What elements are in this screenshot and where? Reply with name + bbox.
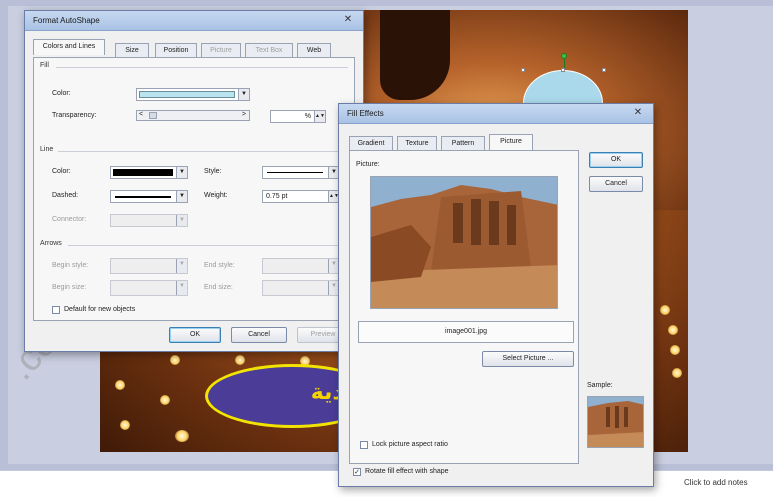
fill-color-swatch — [139, 91, 235, 98]
picture-filename: image001.jpg — [444, 328, 488, 335]
candle-light — [115, 380, 125, 390]
weight-value: 0.75 pt — [266, 193, 288, 200]
format-autoshape-dialog: Format AutoShape ✕ Colors and Lines Size… — [24, 10, 364, 352]
begin-size-label: Begin size: — [52, 284, 87, 291]
slider-right-arrow-icon[interactable]: > — [242, 111, 246, 118]
transparency-label: Transparency: — [52, 112, 97, 119]
candle-light — [175, 430, 189, 442]
select-picture-button[interactable]: Select Picture ... — [482, 351, 574, 367]
dashed-label: Dashed: — [52, 192, 79, 199]
tab-colors-and-lines[interactable]: Colors and Lines — [33, 39, 105, 55]
candle-light — [660, 305, 670, 315]
divider — [56, 67, 348, 68]
resize-handle[interactable] — [602, 68, 606, 72]
tab-position[interactable]: Position — [155, 43, 197, 57]
tab-web[interactable]: Web — [297, 43, 331, 57]
sample-label: Sample: — [587, 382, 613, 389]
picture-filename-box: image001.jpg — [358, 321, 574, 343]
line-section-heading: Line — [40, 146, 54, 153]
resize-handle[interactable] — [561, 68, 565, 72]
cancel-button[interactable]: Cancel — [589, 176, 643, 192]
line-color-swatch — [113, 169, 173, 176]
chevron-down-icon[interactable]: ▼ — [238, 89, 249, 100]
fill-effects-titlebar[interactable]: Fill Effects ✕ — [339, 104, 653, 124]
dashed-dropdown[interactable]: ▼ — [110, 190, 188, 203]
chevron-down-icon: ▼ — [176, 259, 187, 273]
weight-input[interactable]: 0.75 pt ▲▼ — [262, 190, 340, 203]
end-style-dropdown: ▼ — [262, 258, 340, 274]
candle-light — [160, 395, 170, 405]
slide-rock-shadow — [380, 10, 450, 100]
sample-preview — [587, 396, 644, 448]
candle-light — [670, 345, 680, 355]
line-color-label: Color: — [52, 168, 71, 175]
rotate-with-shape-checkbox[interactable]: ✓ — [353, 468, 361, 476]
begin-style-dropdown: ▼ — [110, 258, 188, 274]
chevron-down-icon[interactable]: ▼ — [176, 191, 187, 202]
end-style-label: End style: — [204, 262, 235, 269]
end-size-dropdown: ▼ — [262, 280, 340, 296]
tab-text-box: Text Box — [245, 43, 293, 57]
ok-button[interactable]: OK — [589, 152, 643, 168]
sample-image — [588, 397, 643, 447]
candle-light — [672, 368, 682, 378]
candle-light — [120, 420, 130, 430]
transparency-slider[interactable]: < > — [136, 110, 250, 121]
end-size-label: End size: — [204, 284, 233, 291]
lock-aspect-ratio-label[interactable]: Lock picture aspect ratio — [372, 441, 448, 448]
rotate-with-shape-label[interactable]: Rotate fill effect with shape — [365, 468, 449, 475]
default-for-new-objects-checkbox[interactable] — [52, 306, 60, 314]
cancel-button[interactable]: Cancel — [231, 327, 287, 343]
notes-placeholder[interactable]: Click to add notes — [684, 478, 748, 487]
lock-aspect-ratio-checkbox[interactable] — [360, 441, 368, 449]
colors-and-lines-panel: Fill Color: ▼ Transparency: < > % ▲▼ Lin… — [33, 57, 355, 321]
weight-label: Weight: — [204, 192, 228, 199]
resize-handle[interactable] — [521, 68, 525, 72]
tab-picture[interactable]: Picture — [489, 134, 533, 150]
tab-gradient[interactable]: Gradient — [349, 136, 393, 150]
tab-texture[interactable]: Texture — [397, 136, 437, 150]
default-for-new-objects-label[interactable]: Default for new objects — [64, 306, 135, 313]
transparency-value: % — [304, 113, 311, 120]
begin-style-label: Begin style: — [52, 262, 89, 269]
dash-preview — [115, 196, 171, 198]
close-icon[interactable]: ✕ — [341, 13, 355, 27]
begin-size-dropdown: ▼ — [110, 280, 188, 296]
picture-preview — [370, 176, 558, 309]
divider — [68, 245, 348, 246]
fill-section-heading: Fill — [40, 62, 49, 69]
arrows-section-heading: Arrows — [40, 240, 62, 247]
line-style-label: Style: — [204, 168, 222, 175]
fill-color-label: Color: — [52, 90, 71, 97]
transparency-input[interactable]: % ▲▼ — [270, 110, 326, 123]
chevron-down-icon: ▼ — [176, 281, 187, 295]
dialog-title: Format AutoShape — [33, 16, 100, 25]
rock-facade-image — [371, 177, 557, 308]
ok-button[interactable]: OK — [169, 327, 221, 343]
tab-pattern[interactable]: Pattern — [441, 136, 485, 150]
connector-label: Connector: — [52, 216, 87, 223]
tab-size[interactable]: Size — [115, 43, 149, 57]
candle-light — [170, 355, 180, 365]
candle-light — [668, 325, 678, 335]
tab-picture: Picture — [201, 43, 241, 57]
line-color-dropdown[interactable]: ▼ — [110, 166, 188, 179]
dialog-title: Fill Effects — [347, 109, 384, 118]
line-style-preview — [267, 172, 323, 173]
candle-light — [235, 355, 245, 365]
chevron-down-icon[interactable]: ▼ — [176, 167, 187, 178]
line-style-dropdown[interactable]: ▼ — [262, 166, 340, 179]
fill-color-dropdown[interactable]: ▼ — [136, 88, 250, 101]
close-icon[interactable]: ✕ — [631, 106, 645, 120]
divider — [58, 151, 348, 152]
spinner-icon[interactable]: ▲▼ — [314, 111, 325, 122]
slider-thumb[interactable] — [149, 112, 157, 119]
format-autoshape-titlebar[interactable]: Format AutoShape ✕ — [25, 11, 363, 31]
picture-label: Picture: — [356, 161, 380, 168]
connector-dropdown: ▼ — [110, 214, 188, 227]
slider-left-arrow-icon[interactable]: < — [139, 111, 143, 118]
chevron-down-icon: ▼ — [176, 215, 187, 226]
